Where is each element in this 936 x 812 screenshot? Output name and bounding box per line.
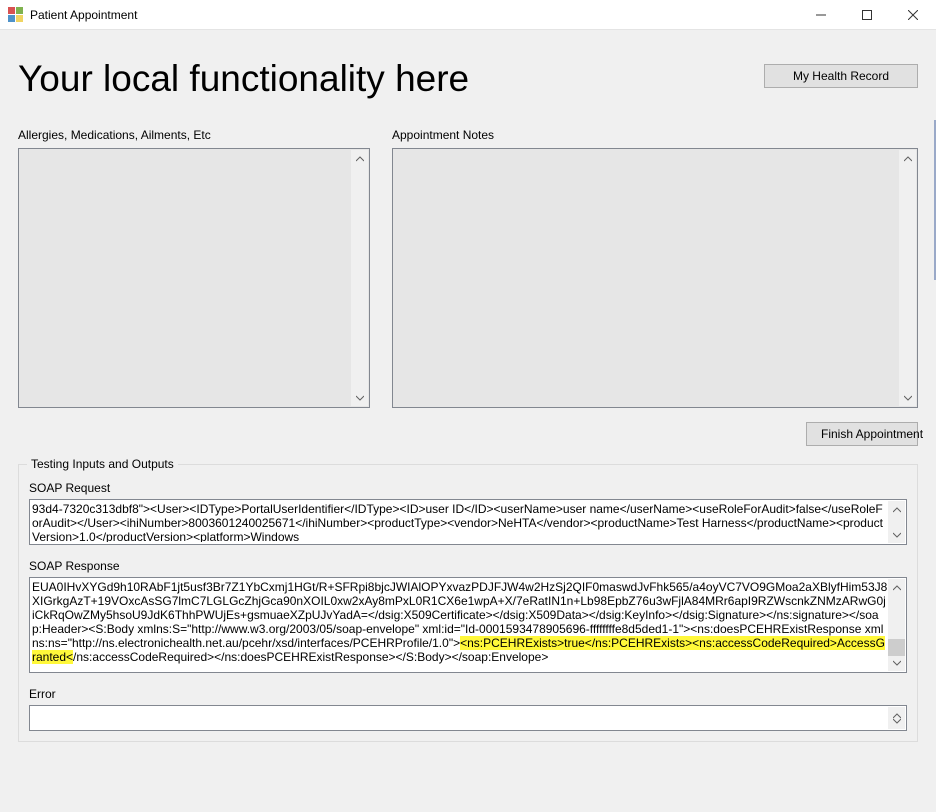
scroll-down-icon[interactable] xyxy=(888,712,905,729)
scroll-up-icon[interactable] xyxy=(888,579,905,596)
maximize-button[interactable] xyxy=(844,0,890,30)
scroll-up-icon[interactable] xyxy=(351,150,368,167)
soap-response-label: SOAP Response xyxy=(29,559,907,573)
scroll-down-icon[interactable] xyxy=(888,526,905,543)
soap-request-value: 93d4-7320c313dbf8"><User><IDType>PortalU… xyxy=(32,502,888,542)
soap-response-value: EUA0IHvXYGd9h10RAbF1jt5usf3Br7Z1YbCxmj1H… xyxy=(32,580,888,670)
appointment-notes-textarea[interactable] xyxy=(392,148,918,408)
testing-legend: Testing Inputs and Outputs xyxy=(27,457,178,471)
allergies-label: Allergies, Medications, Ailments, Etc xyxy=(18,128,370,142)
window-title: Patient Appointment xyxy=(30,8,137,22)
my-health-record-button[interactable]: My Health Record xyxy=(764,64,918,88)
scrollbar[interactable] xyxy=(899,150,916,406)
error-value xyxy=(32,708,888,728)
window-titlebar: Patient Appointment xyxy=(0,0,936,30)
scrollbar[interactable] xyxy=(888,501,905,543)
scroll-down-icon[interactable] xyxy=(888,654,905,671)
allergies-textarea[interactable] xyxy=(18,148,370,408)
scroll-down-icon[interactable] xyxy=(899,389,916,406)
minimize-button[interactable] xyxy=(798,0,844,30)
page-title: Your local functionality here xyxy=(18,58,764,100)
finish-appointment-button[interactable]: Finish Appointment xyxy=(806,422,918,446)
app-icon xyxy=(8,7,24,23)
testing-groupbox: Testing Inputs and Outputs SOAP Request … xyxy=(18,464,918,742)
soap-response-textarea[interactable]: EUA0IHvXYGd9h10RAbF1jt5usf3Br7Z1YbCxmj1H… xyxy=(29,577,907,673)
error-textarea[interactable] xyxy=(29,705,907,731)
scroll-up-icon[interactable] xyxy=(899,150,916,167)
close-button[interactable] xyxy=(890,0,936,30)
soap-request-label: SOAP Request xyxy=(29,481,907,495)
scrollbar[interactable] xyxy=(888,707,905,729)
soap-request-textarea[interactable]: 93d4-7320c313dbf8"><User><IDType>PortalU… xyxy=(29,499,907,545)
scrollbar[interactable] xyxy=(351,150,368,406)
scroll-down-icon[interactable] xyxy=(351,389,368,406)
client-area: Your local functionality here My Health … xyxy=(0,30,936,812)
scroll-up-icon[interactable] xyxy=(888,501,905,518)
error-label: Error xyxy=(29,687,907,701)
appointment-notes-label: Appointment Notes xyxy=(392,128,918,142)
soap-response-post: /ns:accessCodeRequired></ns:doesPCEHRExi… xyxy=(73,650,548,664)
scrollbar[interactable] xyxy=(888,579,905,671)
